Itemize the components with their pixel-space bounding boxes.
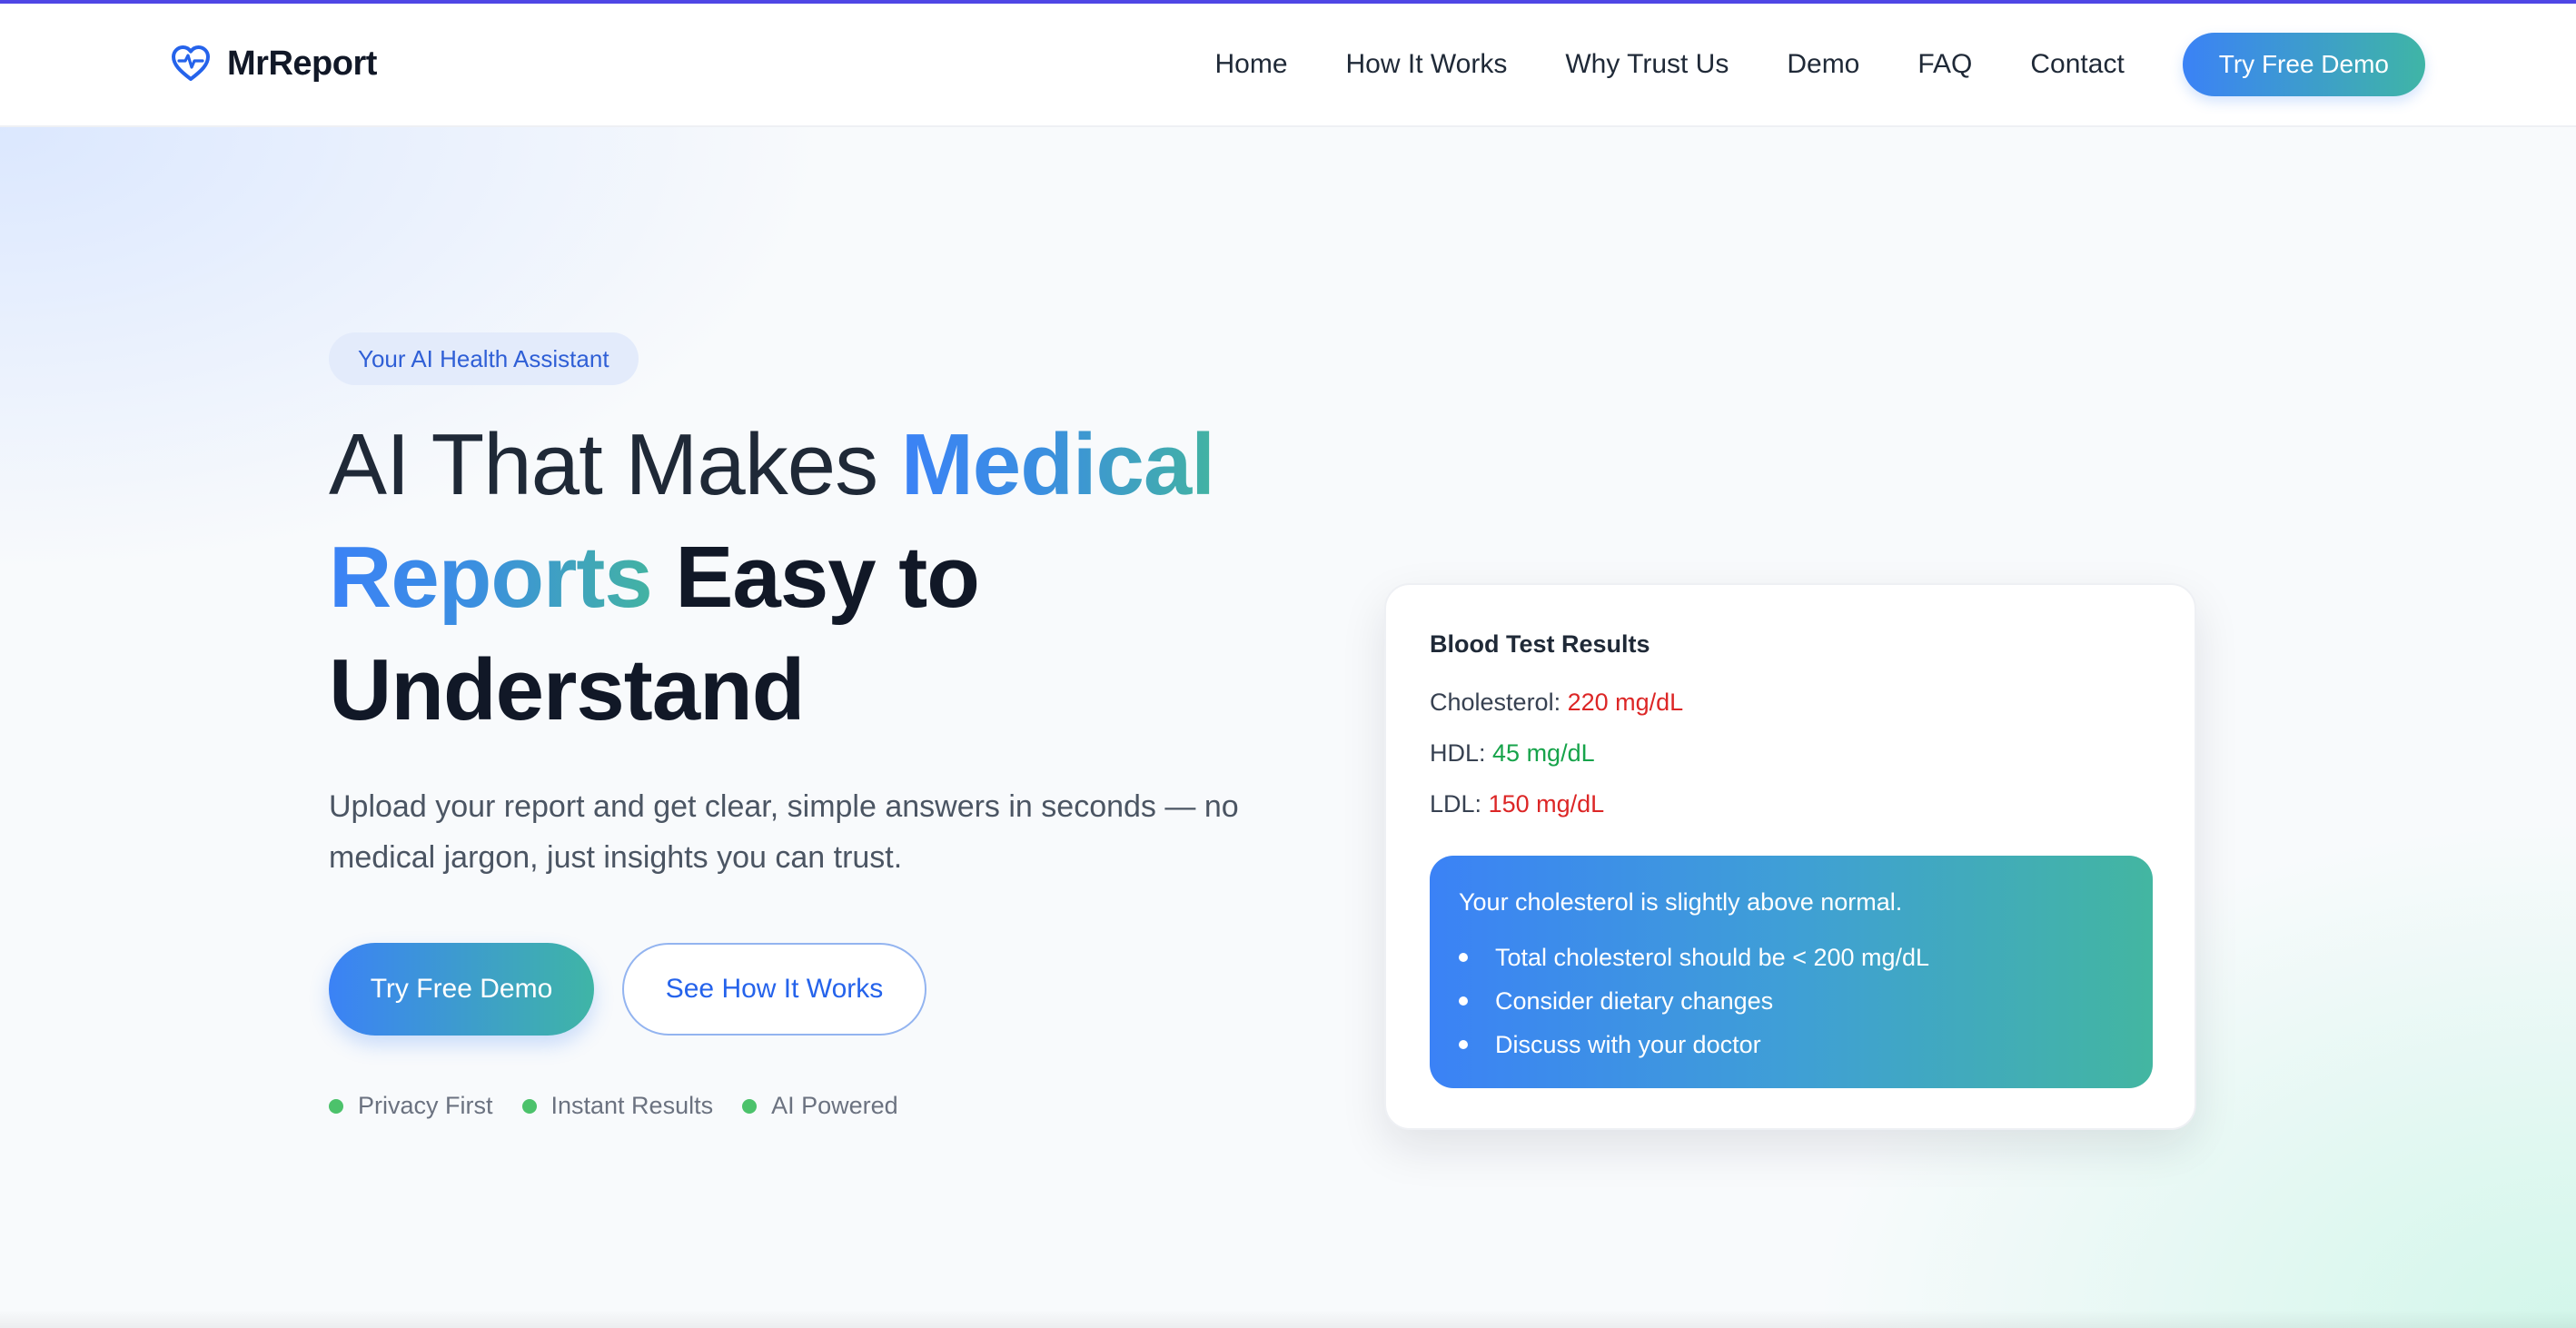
feature-label: Privacy First	[358, 1092, 493, 1119]
main-nav: Home How It Works Why Trust Us Demo FAQ …	[1214, 33, 2425, 96]
brand-name: MrReport	[227, 44, 377, 83]
feature-list: Privacy First Instant Results AI Powered	[329, 1092, 927, 1120]
ai-insight-box: Your cholesterol is slightly above norma…	[1430, 856, 2153, 1088]
nav-contact[interactable]: Contact	[2030, 49, 2124, 80]
feature-item: AI Powered	[742, 1092, 898, 1120]
result-value: 45 mg/dL	[1492, 739, 1595, 767]
bottom-shadow	[0, 1310, 2576, 1328]
headline-part-1: AI That Makes	[329, 416, 901, 513]
result-label: LDL:	[1430, 790, 1482, 818]
nav-try-free-demo-button[interactable]: Try Free Demo	[2182, 33, 2425, 96]
site-header: MrReport Home How It Works Why Trust Us …	[0, 4, 2576, 127]
insight-text: Discuss with your doctor	[1495, 1031, 1761, 1058]
insight-list: Total cholesterol should be < 200 mg/dL …	[1459, 936, 1929, 1066]
status-dot-icon	[521, 1098, 537, 1114]
report-preview-card: Blood Test Results Cholesterol: 220 mg/d…	[1384, 583, 2196, 1130]
feature-item: Instant Results	[521, 1092, 714, 1120]
insight-item: Discuss with your doctor	[1459, 1023, 1929, 1066]
insight-item: Total cholesterol should be < 200 mg/dL	[1459, 936, 1929, 979]
feature-label: Instant Results	[550, 1092, 714, 1119]
result-row: LDL: 150 mg/dL	[1430, 790, 1604, 818]
nav-faq[interactable]: FAQ	[1917, 49, 1972, 80]
result-row: Cholesterol: 220 mg/dL	[1430, 689, 1683, 717]
insight-title: Your cholesterol is slightly above norma…	[1459, 888, 1903, 916]
hero-subtitle: Upload your report and get clear, simple…	[329, 789, 1239, 875]
insight-item: Consider dietary changes	[1459, 979, 1929, 1023]
bullet-icon	[1459, 1040, 1468, 1049]
insight-text: Total cholesterol should be < 200 mg/dL	[1495, 944, 1930, 971]
headline-part-2: Easy to	[651, 529, 979, 626]
try-free-demo-button[interactable]: Try Free Demo	[329, 943, 594, 1036]
feature-label: AI Powered	[771, 1092, 898, 1119]
hero-badge: Your AI Health Assistant	[329, 332, 639, 385]
status-dot-icon	[742, 1098, 758, 1114]
result-label: Cholesterol:	[1430, 689, 1561, 716]
headline-part-3: Understand	[329, 641, 805, 738]
card-title: Blood Test Results	[1430, 630, 1650, 658]
bullet-icon	[1459, 996, 1468, 1006]
nav-how-it-works[interactable]: How It Works	[1346, 49, 1508, 80]
nav-home[interactable]: Home	[1214, 49, 1287, 80]
nav-demo[interactable]: Demo	[1787, 49, 1859, 80]
result-value: 220 mg/dL	[1567, 689, 1684, 716]
headline-highlight-2: Reports	[329, 529, 653, 626]
see-how-it-works-button[interactable]: See How It Works	[622, 943, 926, 1036]
result-row: HDL: 45 mg/dL	[1430, 739, 1595, 768]
result-value: 150 mg/dL	[1488, 790, 1605, 818]
heart-pulse-icon	[172, 45, 210, 81]
status-dot-icon	[329, 1098, 343, 1114]
hero-headline: AI That Makes Medical Reports Easy to Un…	[329, 409, 1237, 747]
brand-logo[interactable]: MrReport	[169, 42, 377, 85]
feature-item: Privacy First	[329, 1092, 493, 1120]
nav-why-trust-us[interactable]: Why Trust Us	[1565, 49, 1729, 80]
result-label: HDL:	[1430, 739, 1486, 767]
headline-highlight-1: Medical	[900, 416, 1215, 513]
bullet-icon	[1459, 953, 1468, 962]
insight-text: Consider dietary changes	[1495, 987, 1774, 1015]
hero-section: Your AI Health Assistant AI That Makes M…	[0, 127, 2576, 1328]
